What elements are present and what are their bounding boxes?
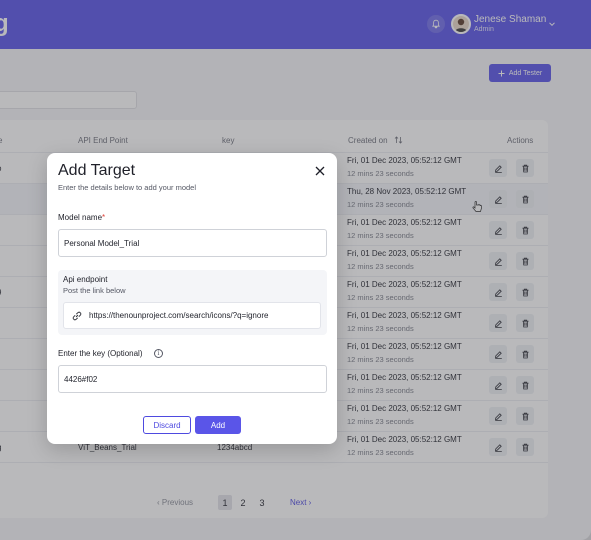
api-endpoint-title: Api endpoint bbox=[63, 275, 108, 284]
api-endpoint-hint: Post the link below bbox=[63, 286, 126, 295]
model-name-field[interactable]: Personal Model_Trial bbox=[58, 229, 327, 257]
discard-button[interactable]: Discard bbox=[143, 416, 191, 434]
key-field[interactable]: 4426#f02 bbox=[58, 365, 327, 393]
dialog-title: Add Target bbox=[58, 162, 136, 179]
close-icon[interactable] bbox=[313, 164, 327, 178]
dialog-subtitle: Enter the details below to add your mode… bbox=[58, 183, 196, 192]
api-endpoint-field[interactable]: https://thenounproject.com/search/icons/… bbox=[63, 302, 321, 329]
api-endpoint-section: Api endpoint Post the link below https:/… bbox=[58, 270, 327, 335]
key-label: Enter the key (Optional) bbox=[58, 349, 143, 358]
api-endpoint-value: https://thenounproject.com/search/icons/… bbox=[89, 311, 269, 320]
add-button[interactable]: Add bbox=[195, 416, 241, 434]
model-name-label: Model name* bbox=[58, 213, 106, 222]
add-target-dialog: Add Target Enter the details below to ad… bbox=[47, 153, 337, 444]
link-icon bbox=[72, 311, 82, 320]
info-icon[interactable]: i bbox=[154, 349, 163, 358]
